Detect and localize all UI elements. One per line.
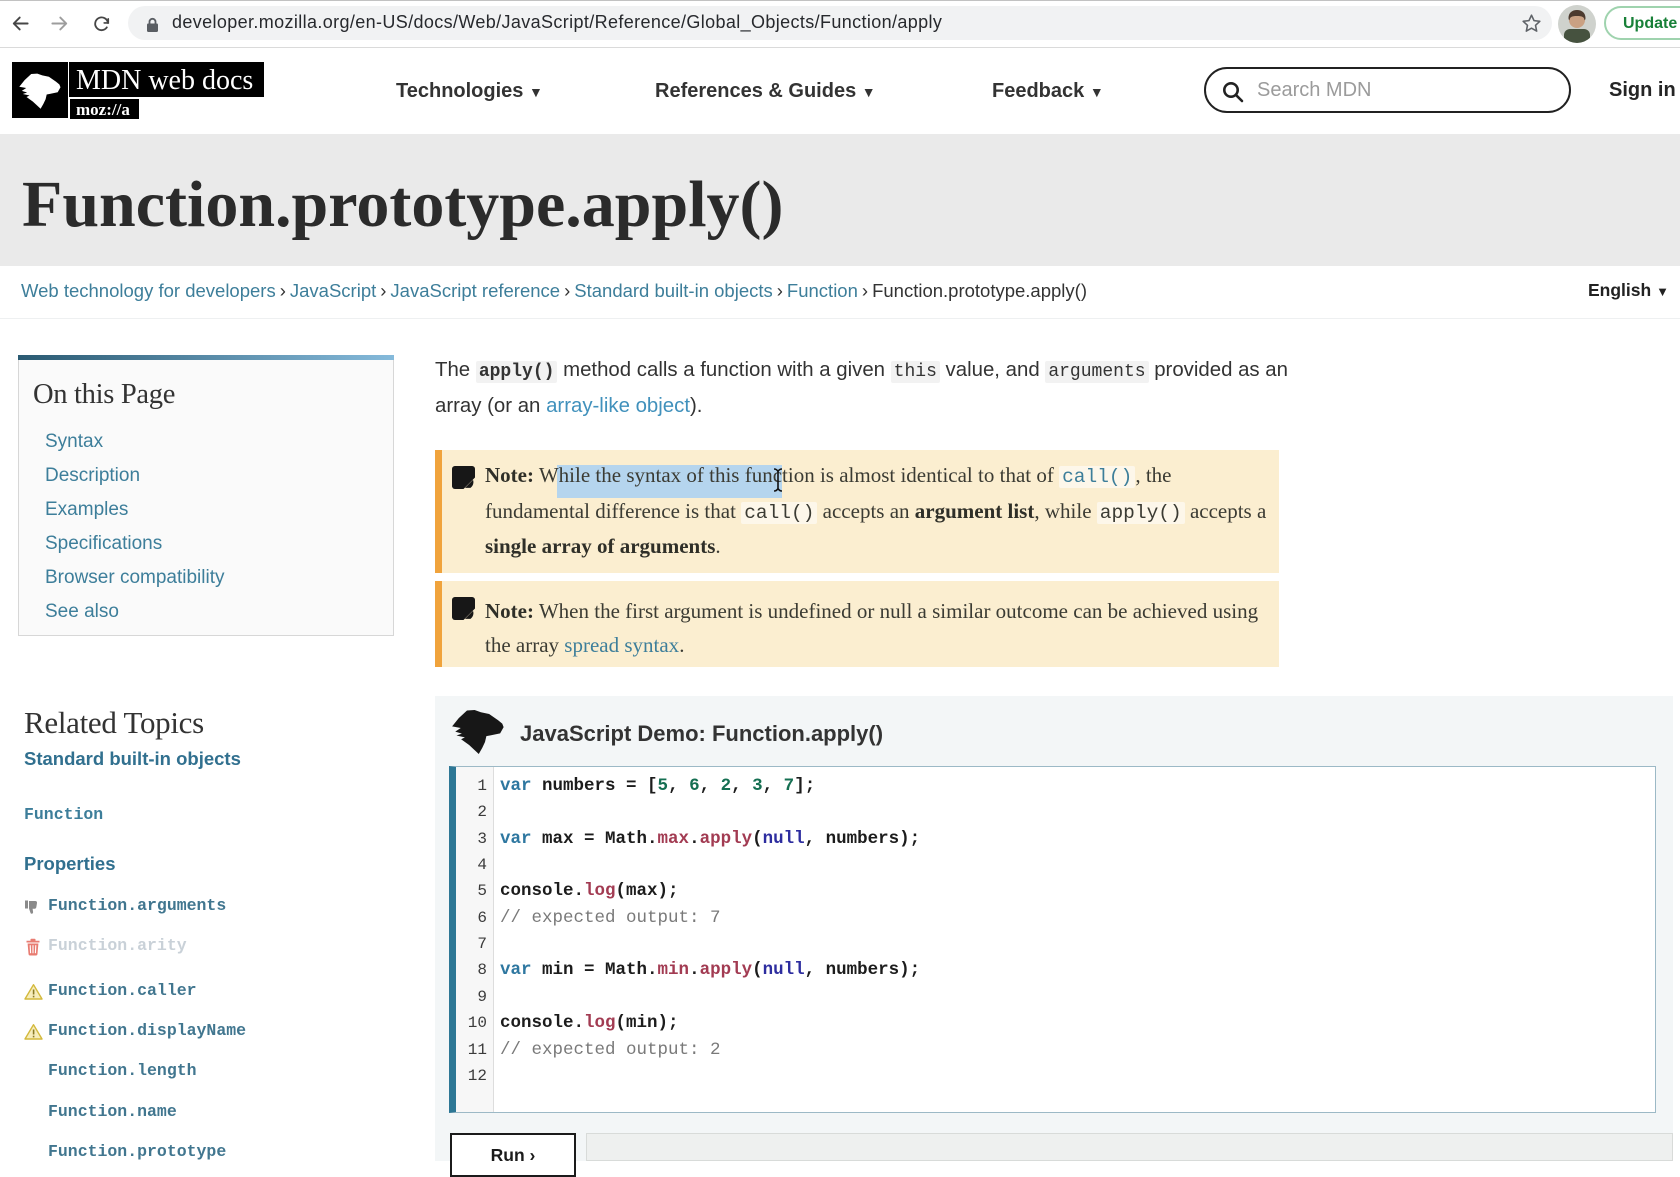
svg-text:MDN web docs: MDN web docs	[76, 65, 253, 96]
svg-text:moz://a: moz://a	[76, 100, 130, 119]
